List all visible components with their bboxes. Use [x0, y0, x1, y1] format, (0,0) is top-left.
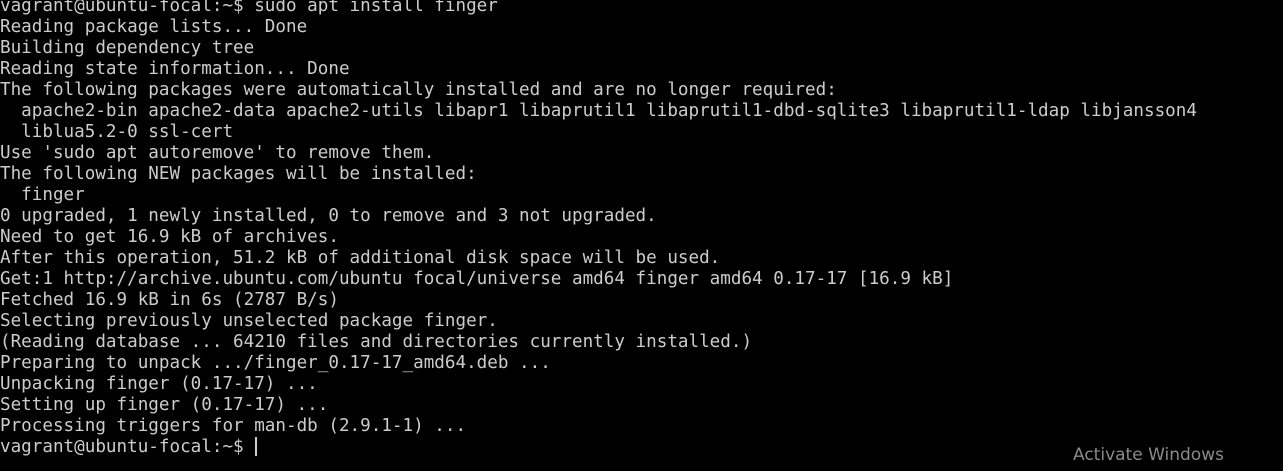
text-cursor	[255, 437, 258, 456]
terminal-line: Preparing to unpack .../finger_0.17-17_a…	[0, 353, 551, 373]
terminal-line: Reading package lists... Done	[0, 17, 308, 37]
terminal-line: 0 upgraded, 1 newly installed, 0 to remo…	[0, 206, 657, 226]
terminal-line: Use 'sudo apt autoremove' to remove them…	[0, 143, 435, 163]
terminal-line: Processing triggers for man-db (2.9.1-1)…	[0, 416, 467, 436]
terminal-line: The following packages were automaticall…	[0, 80, 837, 100]
terminal-line: liblua5.2-0 ssl-cert	[0, 122, 234, 142]
terminal-line: After this operation, 51.2 kB of additio…	[0, 248, 721, 268]
activate-windows-watermark: Activate Windows	[1073, 445, 1224, 465]
terminal-line: Selecting previously unselected package …	[0, 311, 498, 331]
terminal-line: The following NEW packages will be insta…	[0, 164, 477, 184]
terminal-line: vagrant@ubuntu-focal:~$ sudo apt install…	[0, 0, 498, 16]
shell-prompt: vagrant@ubuntu-focal:~$	[0, 437, 255, 457]
terminal-line: Get:1 http://archive.ubuntu.com/ubuntu f…	[0, 269, 954, 289]
terminal-line: Building dependency tree	[0, 38, 255, 58]
terminal-line: Need to get 16.9 kB of archives.	[0, 227, 339, 247]
terminal-line: Fetched 16.9 kB in 6s (2787 B/s)	[0, 290, 339, 310]
terminal-line: Setting up finger (0.17-17) ...	[0, 395, 329, 415]
terminal-window[interactable]: vagrant@ubuntu-focal:~$ sudo apt install…	[0, 0, 1283, 471]
terminal-line: finger	[0, 185, 85, 205]
terminal-line: Unpacking finger (0.17-17) ...	[0, 374, 318, 394]
terminal-line: (Reading database ... 64210 files and di…	[0, 332, 753, 352]
terminal-line: apache2-bin apache2-data apache2-utils l…	[0, 101, 1197, 121]
terminal-line: Reading state information... Done	[0, 59, 350, 79]
